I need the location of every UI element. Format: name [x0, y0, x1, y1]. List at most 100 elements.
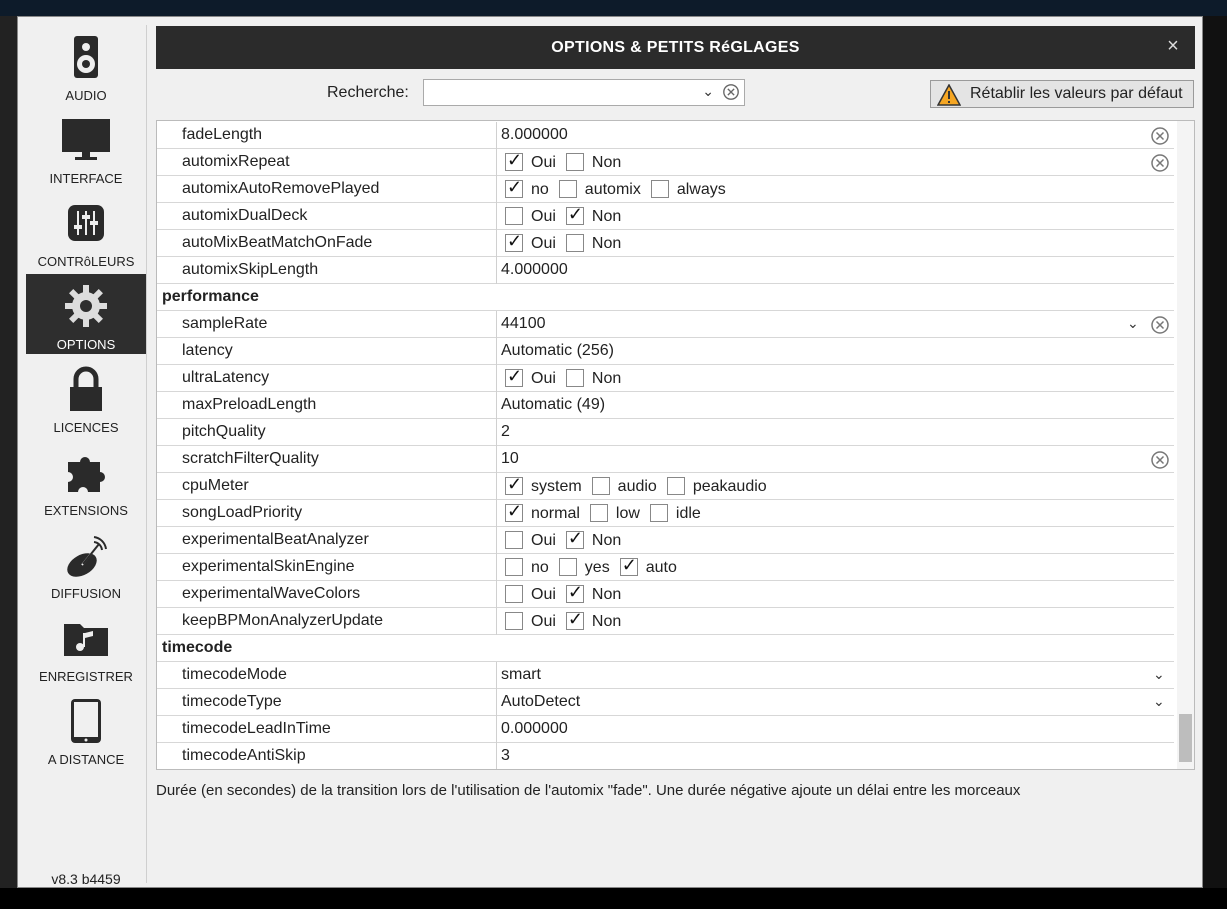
checkbox[interactable] — [505, 531, 523, 549]
vertical-scrollbar[interactable] — [1177, 121, 1194, 769]
checkbox[interactable] — [505, 366, 523, 387]
music-folder-icon — [64, 624, 108, 656]
checkbox[interactable] — [565, 609, 584, 630]
checkbox[interactable] — [565, 204, 584, 225]
tablet-icon — [71, 699, 101, 743]
checkbox[interactable] — [505, 150, 523, 171]
table-row[interactable]: timecodeAntiSkip 3 — [157, 743, 1174, 769]
checkbox[interactable] — [505, 501, 523, 522]
table-row[interactable]: experimentalWaveColors Oui Non — [157, 581, 1174, 608]
setting-value[interactable]: 3 — [501, 747, 510, 765]
table-row[interactable]: experimentalBeatAnalyzer Oui Non — [157, 527, 1174, 554]
reset-defaults-button[interactable]: Rétablir les valeurs par défaut — [930, 80, 1194, 108]
option-label: Non — [591, 208, 622, 225]
option-label: Oui — [531, 613, 556, 630]
option-label: Oui — [531, 154, 556, 171]
sidebar-item-diffusion[interactable]: DIFFUSION — [26, 523, 146, 603]
checkbox[interactable] — [558, 180, 577, 198]
table-row[interactable]: cpuMeter system audio peakaudio — [157, 473, 1174, 500]
sidebar-item-licences[interactable]: LICENCES — [26, 357, 146, 437]
checkbox[interactable] — [505, 558, 523, 576]
setting-value[interactable]: 4.000000 — [501, 261, 568, 279]
table-row[interactable]: ultraLatency Oui Non — [157, 365, 1174, 392]
search-input[interactable]: ⌄ — [423, 79, 745, 106]
sidebar-item-audio[interactable]: AUDIO — [26, 25, 146, 105]
table-row[interactable]: automixSkipLength 4.000000 — [157, 257, 1174, 284]
chevron-down-icon[interactable]: ⌄ — [1153, 666, 1165, 683]
checkbox[interactable] — [565, 369, 584, 387]
table-row[interactable]: automixAutoRemovePlayed no automix always — [157, 176, 1174, 203]
sidebar-item-label: A DISTANCE — [47, 752, 125, 767]
sidebar-divider — [146, 25, 147, 883]
setting-value[interactable]: 8.000000 — [501, 126, 568, 144]
table-row[interactable]: automixRepeat Oui Non — [157, 149, 1174, 176]
setting-key: autoMixBeatMatchOnFade — [182, 234, 373, 251]
checkbox[interactable] — [505, 612, 523, 630]
sidebar-item-enregistrer[interactable]: ENREGISTRER — [26, 606, 146, 686]
checkbox[interactable] — [505, 231, 523, 252]
chevron-down-icon[interactable]: ⌄ — [1153, 693, 1165, 710]
sliders-icon — [68, 205, 104, 241]
column-divider — [496, 554, 497, 581]
clear-search-icon[interactable] — [722, 83, 740, 101]
setting-value[interactable]: smart — [501, 666, 541, 684]
reset-value-icon[interactable] — [1150, 315, 1170, 335]
table-row[interactable]: timecodeMode smart ⌄ — [157, 662, 1174, 689]
reset-value-icon[interactable] — [1150, 450, 1170, 470]
table-row[interactable]: latency Automatic (256) — [157, 338, 1174, 365]
table-row[interactable]: experimentalSkinEngine no yes auto — [157, 554, 1174, 581]
chevron-down-icon[interactable]: ⌄ — [1127, 315, 1139, 332]
close-icon[interactable]: × — [1163, 36, 1183, 56]
checkbox[interactable] — [591, 477, 610, 495]
setting-key: timecodeType — [182, 693, 282, 710]
sidebar-item-a-distance[interactable]: A DISTANCE — [26, 689, 146, 769]
option-label: idle — [675, 505, 701, 522]
sidebar-item-controleurs[interactable]: CONTRôLEURS — [26, 191, 146, 271]
table-row[interactable]: pitchQuality 2 — [157, 419, 1174, 446]
table-row[interactable]: timecodeLeadInTime 0.000000 — [157, 716, 1174, 743]
chevron-down-icon[interactable]: ⌄ — [702, 83, 714, 100]
checkbox[interactable] — [650, 180, 669, 198]
reset-defaults-label: Rétablir les valeurs par défaut — [970, 85, 1183, 102]
checkbox[interactable] — [505, 474, 523, 495]
reset-value-icon[interactable] — [1150, 126, 1170, 146]
checkbox[interactable] — [505, 585, 523, 603]
option-label: yes — [584, 559, 610, 576]
checkbox[interactable] — [565, 528, 584, 549]
table-row[interactable]: automixDualDeck Oui Non — [157, 203, 1174, 230]
checkbox[interactable] — [619, 555, 638, 576]
table-row[interactable]: maxPreloadLength Automatic (49) — [157, 392, 1174, 419]
setting-value[interactable]: 2 — [501, 423, 510, 441]
setting-value[interactable]: Automatic (49) — [501, 396, 605, 414]
checkbox[interactable] — [565, 582, 584, 603]
checkbox[interactable] — [589, 504, 608, 522]
checkbox[interactable] — [505, 207, 523, 225]
sidebar-item-options[interactable]: OPTIONS — [26, 274, 146, 354]
checkbox[interactable] — [666, 477, 685, 495]
table-row[interactable]: timecodeType AutoDetect ⌄ — [157, 689, 1174, 716]
table-row[interactable]: sampleRate 44100 ⌄ — [157, 311, 1174, 338]
sidebar-item-label: ENREGISTRER — [39, 669, 133, 684]
gear-icon — [65, 285, 107, 327]
scrollbar-thumb[interactable] — [1179, 714, 1192, 762]
table-row[interactable]: scratchFilterQuality 10 — [157, 446, 1174, 473]
background-waveform — [0, 0, 1227, 16]
setting-value[interactable]: AutoDetect — [501, 693, 580, 711]
setting-value[interactable]: Automatic (256) — [501, 342, 614, 360]
checkbox[interactable] — [649, 504, 668, 522]
table-row[interactable]: fadeLength 8.000000 — [157, 122, 1174, 149]
checkbox[interactable] — [565, 153, 584, 171]
setting-value[interactable]: 44100 — [501, 315, 546, 333]
table-row[interactable]: autoMixBeatMatchOnFade Oui Non — [157, 230, 1174, 257]
table-row[interactable]: songLoadPriority normal low idle — [157, 500, 1174, 527]
checkbox[interactable] — [505, 177, 523, 198]
section-header: performance — [157, 284, 1174, 311]
checkbox[interactable] — [558, 558, 577, 576]
checkbox[interactable] — [565, 234, 584, 252]
setting-value[interactable]: 0.000000 — [501, 720, 568, 738]
setting-value[interactable]: 10 — [501, 450, 519, 468]
table-row[interactable]: keepBPMonAnalyzerUpdate Oui Non — [157, 608, 1174, 635]
sidebar-item-extensions[interactable]: EXTENSIONS — [26, 440, 146, 520]
sidebar-item-interface[interactable]: INTERFACE — [26, 108, 146, 188]
reset-value-icon[interactable] — [1150, 153, 1170, 173]
